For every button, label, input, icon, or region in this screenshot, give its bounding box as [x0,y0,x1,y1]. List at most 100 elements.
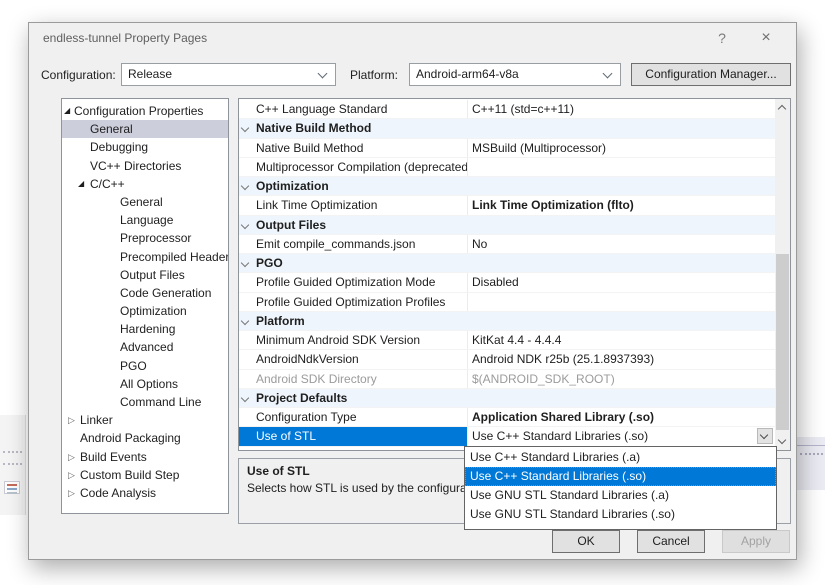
tree-collapsed-icon[interactable]: ▷ [68,484,80,502]
property-row-profile-guided-optimization-mode[interactable]: Profile Guided Optimization ModeDisabled [239,273,775,292]
tree-item-c-c-[interactable]: ◢C/C++ [62,175,228,193]
property-label[interactable]: Multiprocessor Compilation (deprecated) [239,158,467,176]
tree-item-all-options[interactable]: All Options [62,375,228,393]
apply-button[interactable]: Apply [722,530,790,553]
property-row-profile-guided-optimization-profiles[interactable]: Profile Guided Optimization Profiles [239,293,775,312]
tree-item-preprocessor[interactable]: Preprocessor [62,229,228,247]
property-value[interactable]: Application Shared Library (.so) [467,408,775,426]
tree-item-code-analysis[interactable]: ▷Code Analysis [62,484,228,502]
property-label[interactable]: Link Time Optimization [239,196,467,214]
tree-item-configuration-properties[interactable]: ◢Configuration Properties [62,102,228,120]
tree-item-label: Linker [80,413,113,427]
category-row-platform[interactable]: Platform [239,312,775,331]
tree-item-pgo[interactable]: PGO [62,357,228,375]
tree-item-advanced[interactable]: Advanced [62,338,228,356]
property-value[interactable]: No [467,235,775,253]
tree-item-label: PGO [120,359,147,373]
tree-item-label: Android Packaging [80,431,181,445]
property-row-native-build-method[interactable]: Native Build MethodMSBuild (Multiprocess… [239,139,775,158]
property-row-c-language-standard[interactable]: C++ Language StandardC++11 (std=c++11) [239,100,775,119]
dropdown-option-0[interactable]: Use C++ Standard Libraries (.a) [465,448,776,467]
tree-item-code-generation[interactable]: Code Generation [62,284,228,302]
property-row-androidndkversion[interactable]: AndroidNdkVersionAndroid NDK r25b (25.1.… [239,350,775,369]
configuration-combobox[interactable]: Release [121,63,336,86]
property-value[interactable]: KitKat 4.4 - 4.4.4 [467,331,775,349]
property-value[interactable]: Android NDK r25b (25.1.8937393) [467,350,775,368]
property-label[interactable]: Native Build Method [239,139,467,157]
dropdown-option-2[interactable]: Use GNU STL Standard Libraries (.a) [465,486,776,505]
property-label[interactable]: Configuration Type [239,408,467,426]
property-row-android-sdk-directory[interactable]: Android SDK Directory$(ANDROID_SDK_ROOT) [239,370,775,389]
category-label: Output Files [239,216,775,234]
property-row-minimum-android-sdk-version[interactable]: Minimum Android SDK VersionKitKat 4.4 - … [239,331,775,350]
tree-expanded-icon[interactable]: ◢ [78,175,90,193]
tree-expanded-icon[interactable]: ◢ [64,102,76,120]
tree-item-android-packaging[interactable]: Android Packaging [62,429,228,447]
help-button[interactable]: ? [708,27,736,49]
category-row-output-files[interactable]: Output Files [239,216,775,235]
tree-item-general[interactable]: General [62,120,228,138]
property-value[interactable]: C++11 (std=c++11) [467,100,775,118]
property-label[interactable]: Emit compile_commands.json [239,235,467,253]
tree-item-debugging[interactable]: Debugging [62,138,228,156]
property-label[interactable]: AndroidNdkVersion [239,350,467,368]
property-label[interactable]: Profile Guided Optimization Mode [239,273,467,291]
cancel-button[interactable]: Cancel [637,530,705,553]
property-row-configuration-type[interactable]: Configuration TypeApplication Shared Lib… [239,408,775,427]
tree-item-build-events[interactable]: ▷Build Events [62,448,228,466]
category-row-project-defaults[interactable]: Project Defaults [239,389,775,408]
tree-item-language[interactable]: Language [62,211,228,229]
property-value[interactable]: $(ANDROID_SDK_ROOT) [467,370,775,388]
close-button[interactable]: × [752,27,780,49]
tree-collapsed-icon[interactable]: ▷ [68,448,80,466]
property-value[interactable]: Link Time Optimization (flto) [467,196,775,214]
configuration-manager-button[interactable]: Configuration Manager... [631,63,791,86]
dropdown-option-1[interactable]: Use C++ Standard Libraries (.so) [465,467,776,486]
category-row-native-build-method[interactable]: Native Build Method [239,119,775,138]
scrollbar-thumb[interactable] [776,254,789,430]
tree-item-output-files[interactable]: Output Files [62,266,228,284]
property-value[interactable]: Disabled [467,273,775,291]
tree-item-label: All Options [120,377,178,391]
property-value[interactable]: MSBuild (Multiprocessor) [467,139,775,157]
tree-item-label: C/C++ [90,177,125,191]
property-label[interactable]: Minimum Android SDK Version [239,331,467,349]
tree-item-general[interactable]: General [62,193,228,211]
tree-collapsed-icon[interactable]: ▷ [68,466,80,484]
category-label: Project Defaults [239,389,775,407]
property-label[interactable]: Use of STL [239,427,467,445]
tree-item-label: General [120,195,163,209]
property-value[interactable]: Use C++ Standard Libraries (.so) [467,427,775,445]
property-value[interactable] [467,158,775,176]
property-row-link-time-optimization[interactable]: Link Time OptimizationLink Time Optimiza… [239,196,775,215]
tree-item-hardening[interactable]: Hardening [62,320,228,338]
background-app-fragment-left [0,415,26,515]
platform-combobox[interactable]: Android-arm64-v8a [409,63,621,86]
tree-item-linker[interactable]: ▷Linker [62,411,228,429]
property-value[interactable] [467,293,775,311]
property-row-emit-compile-commands-json[interactable]: Emit compile_commands.jsonNo [239,235,775,254]
value-dropdown-button[interactable] [757,428,773,444]
tree-collapsed-icon[interactable]: ▷ [68,411,80,429]
scroll-up-button[interactable] [775,99,790,116]
property-label[interactable]: Profile Guided Optimization Profiles [239,293,467,311]
ok-button[interactable]: OK [552,530,620,553]
tree-item-custom-build-step[interactable]: ▷Custom Build Step [62,466,228,484]
window-title: endless-tunnel Property Pages [43,31,207,45]
configuration-label: Configuration: [41,68,116,82]
scroll-down-button[interactable] [775,433,790,450]
tree-item-command-line[interactable]: Command Line [62,393,228,411]
grid-scrollbar[interactable] [775,99,790,450]
tree-item-optimization[interactable]: Optimization [62,302,228,320]
chevron-down-icon [778,436,786,444]
property-row-use-of-stl[interactable]: Use of STLUse C++ Standard Libraries (.s… [239,427,775,446]
toolbar-grip-dots [800,453,823,455]
dropdown-option-3[interactable]: Use GNU STL Standard Libraries (.so) [465,505,776,524]
tree-item-vc-directories[interactable]: VC++ Directories [62,157,228,175]
tree-item-precompiled-headers[interactable]: Precompiled Headers [62,248,228,266]
property-label[interactable]: C++ Language Standard [239,100,467,118]
property-label[interactable]: Android SDK Directory [239,370,467,388]
property-row-multiprocessor-compilation-deprecated-[interactable]: Multiprocessor Compilation (deprecated) [239,158,775,177]
category-row-optimization[interactable]: Optimization [239,177,775,196]
category-row-pgo[interactable]: PGO [239,254,775,273]
